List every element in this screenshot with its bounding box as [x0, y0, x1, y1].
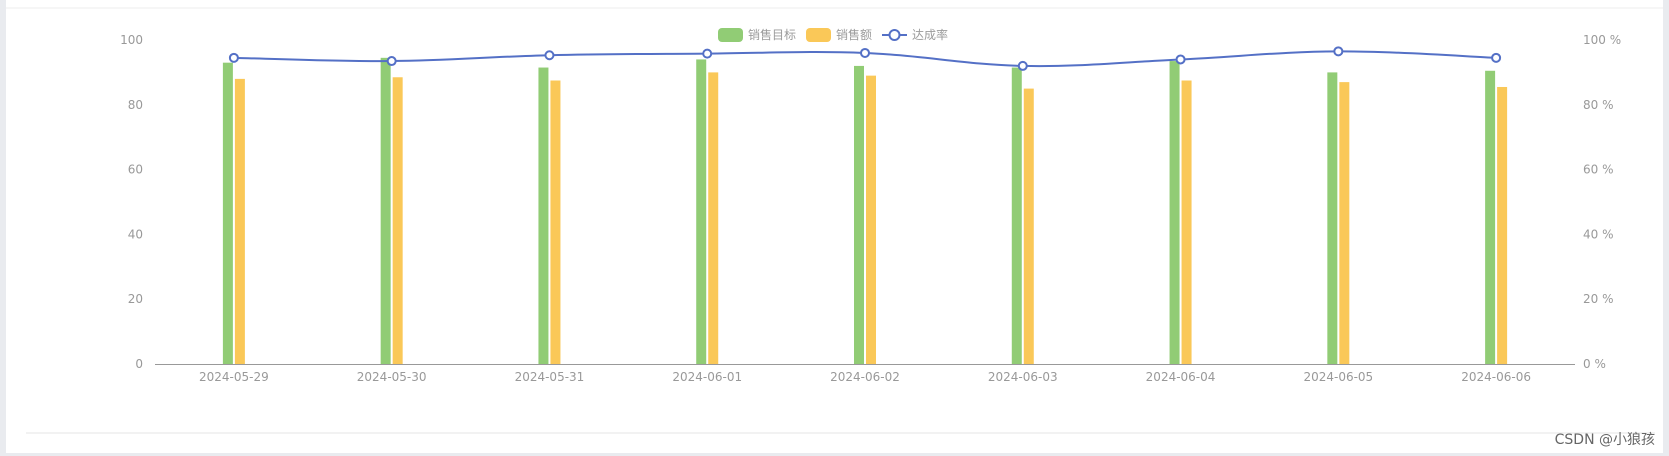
y-axis-left: 0 20 40 60 80 100 [120, 33, 143, 371]
legend-item[interactable]: 达成率 [882, 27, 948, 42]
bar-target[interactable] [1169, 61, 1180, 365]
x-tick-label: 2024-05-31 [515, 370, 585, 384]
bar-target[interactable] [696, 59, 707, 364]
y-right-tick-label: 20 % [1583, 292, 1614, 306]
x-tick-label: 2024-05-30 [357, 370, 427, 384]
rate-point[interactable] [860, 47, 870, 58]
legend-item[interactable]: 销售额 [806, 27, 872, 42]
bar-sales[interactable] [1023, 88, 1034, 364]
bar-series [222, 57, 1508, 365]
legend-item[interactable]: 销售目标 [718, 27, 796, 42]
legend-swatch [806, 28, 831, 42]
y-left-tick-label: 60 [128, 163, 143, 177]
y-right-tick-label: 0 % [1583, 357, 1606, 371]
bar-target[interactable] [538, 67, 549, 364]
y-left-tick-label: 20 [128, 292, 143, 306]
x-tick-label: 2024-05-29 [199, 370, 269, 384]
watermark-text: CSDN @小狼孩 [1555, 432, 1655, 448]
x-axis: 2024-05-29 2024-05-30 2024-05-31 2024-06-01… [155, 364, 1575, 384]
bar-sales[interactable] [550, 80, 561, 365]
bar-sales[interactable] [392, 77, 403, 364]
rate-point[interactable] [386, 56, 397, 67]
legend-swatch [718, 28, 743, 42]
rate-point[interactable] [1175, 54, 1186, 65]
legend-label: 达成率 [912, 27, 948, 42]
bar-sales[interactable] [234, 78, 245, 364]
x-tick-label: 2024-06-05 [1303, 370, 1373, 384]
rate-point[interactable] [1333, 46, 1344, 57]
legend-label: 销售额 [836, 27, 872, 42]
bar-sales[interactable] [708, 72, 719, 365]
bar-sales[interactable] [1181, 80, 1192, 365]
y-axis-right: 0 % 20 % 40 % 60 % 80 % 100 % [1583, 33, 1621, 371]
bar-target[interactable] [1011, 67, 1022, 364]
y-left-tick-label: 40 [128, 227, 143, 241]
line-series [228, 46, 1502, 71]
bar-sales[interactable] [1339, 82, 1350, 365]
rate-point[interactable] [1491, 52, 1502, 63]
x-tick-label: 2024-06-04 [1146, 370, 1216, 384]
y-right-tick-label: 100 % [1583, 33, 1621, 47]
bar-target[interactable] [854, 65, 864, 365]
x-tick-label: 2024-06-06 [1461, 370, 1531, 384]
rate-point[interactable] [228, 52, 239, 63]
legend-marker [888, 29, 901, 41]
combo-chart: 销售目标 销售额 达成率 0 20 40 60 80 100 0 % 20 % 40 % 60 % 8… [6, 7, 1663, 448]
rate-point[interactable] [1017, 60, 1028, 71]
bar-sales[interactable] [1497, 86, 1508, 364]
legend-label: 销售目标 [748, 27, 796, 42]
x-tick-label: 2024-06-02 [830, 370, 900, 384]
x-tick-label: 2024-06-01 [672, 370, 742, 384]
y-right-tick-label: 80 % [1583, 98, 1614, 112]
y-left-tick-label: 100 [120, 33, 143, 47]
bar-sales[interactable] [866, 75, 876, 364]
rate-point[interactable] [544, 50, 555, 61]
x-tick-label: 2024-06-03 [988, 370, 1058, 384]
y-left-tick-label: 0 [135, 357, 143, 371]
y-right-tick-label: 40 % [1583, 227, 1614, 241]
bar-target[interactable] [1327, 72, 1338, 365]
bar-target[interactable] [380, 57, 391, 364]
bar-target[interactable] [222, 62, 233, 365]
y-left-tick-label: 80 [128, 98, 143, 112]
y-right-tick-label: 60 % [1583, 163, 1614, 177]
legend[interactable]: 销售目标 销售额 达成率 [718, 27, 948, 42]
bar-target[interactable] [1485, 70, 1496, 364]
rate-point[interactable] [702, 48, 713, 59]
